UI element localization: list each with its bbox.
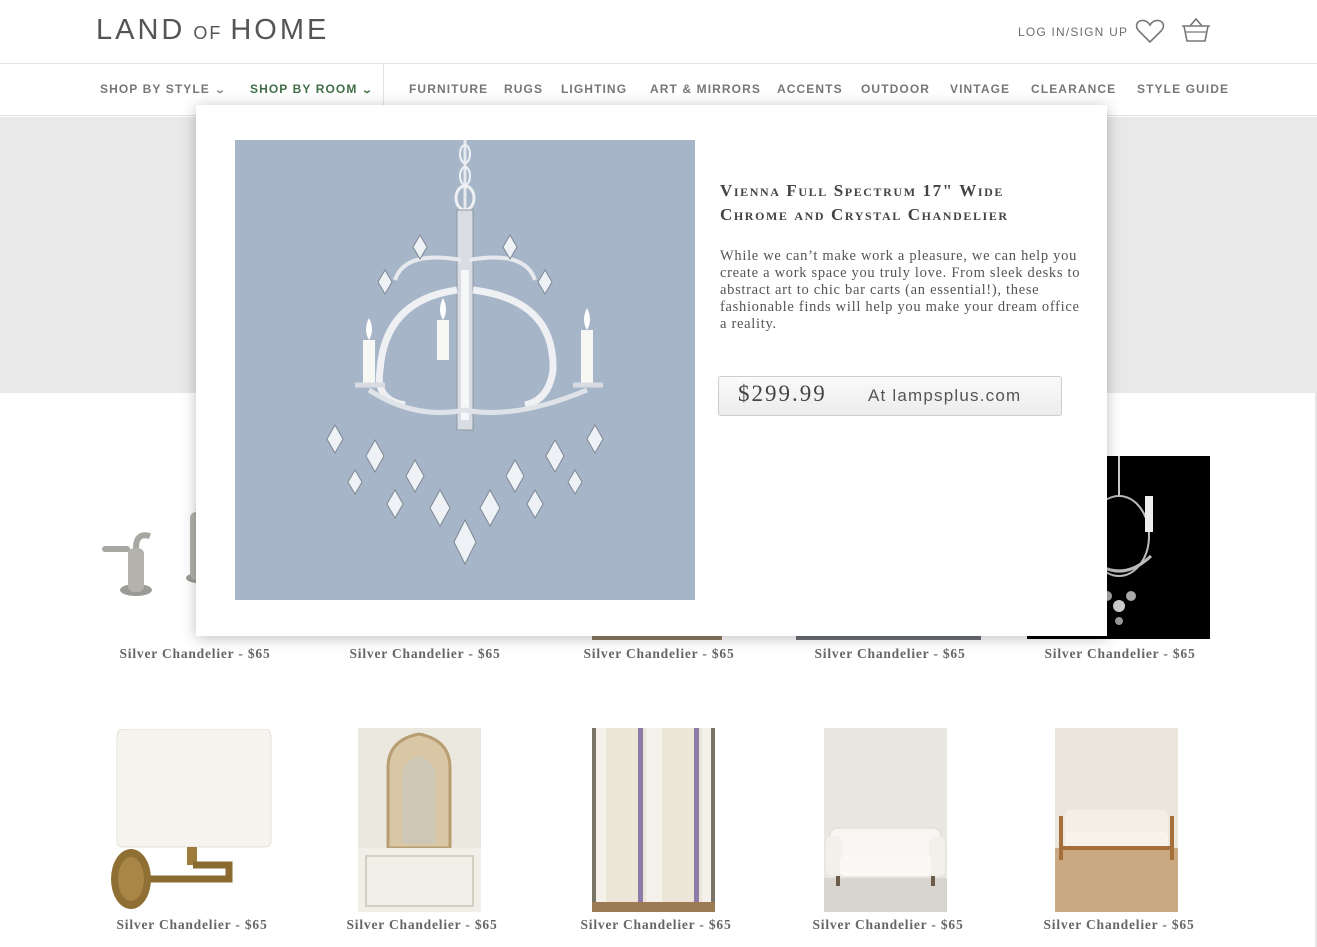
product-label: Silver Chandelier - $65 — [119, 646, 271, 661]
product-quickview-modal: Vienna Full Spectrum 17" Wide Chrome and… — [196, 105, 1107, 636]
chevron-down-icon: ⌄ — [361, 85, 375, 96]
buy-at-retailer-button[interactable]: $299.99 At lampsplus.com — [718, 376, 1062, 416]
product-label: Silver Chandelier - $65 — [116, 917, 268, 932]
product-label: Silver Chandelier - $65 — [346, 917, 498, 932]
product-label: Silver Chandelier - $65 — [814, 646, 966, 661]
nav-item-outdoor[interactable]: OUTDOOR — [861, 82, 930, 96]
logo-word-land: LAND — [96, 14, 186, 46]
product-label: Silver Chandelier - $65 — [583, 646, 735, 661]
product-card[interactable]: Silver Chandelier - $65 — [307, 725, 537, 940]
site-logo[interactable]: LAND OF HOME — [96, 14, 329, 47]
nav-item-clearance[interactable]: CLEARANCE — [1031, 82, 1116, 96]
nav-item-furniture[interactable]: FURNITURE — [409, 82, 488, 96]
product-label: Silver Chandelier - $65 — [580, 917, 732, 932]
nav-item-rugs[interactable]: RUGS — [504, 82, 543, 96]
nav-label: SHOP BY STYLE — [100, 82, 210, 96]
product-label: Silver Chandelier - $65 — [1044, 646, 1196, 661]
chandelier-illustration — [235, 140, 695, 600]
carved-mirror-image — [358, 728, 481, 912]
product-description: While we can’t make work a pleasure, we … — [720, 248, 1081, 332]
nav-item-shop-by-room[interactable]: SHOP BY ROOM ⌄ — [250, 82, 373, 96]
product-image-chandelier — [235, 140, 695, 600]
product-label: Silver Chandelier - $65 — [812, 917, 964, 932]
login-signup-link[interactable]: LOG IN/SIGN UP — [1018, 25, 1128, 39]
product-label: Silver Chandelier - $65 — [1043, 917, 1195, 932]
product-price: $299.99 — [738, 381, 827, 406]
product-card[interactable]: Silver Chandelier - $65 — [77, 725, 307, 940]
nav-item-shop-by-style[interactable]: SHOP BY STYLE ⌄ — [100, 82, 228, 96]
product-card[interactable]: Silver Chandelier - $65 — [773, 725, 1003, 940]
tufted-sofa-image — [824, 728, 947, 912]
chevron-down-icon: ⌄ — [213, 85, 228, 96]
retailer-link-text: At lampsplus.com — [868, 386, 1022, 405]
nav-item-art-mirrors[interactable]: ART & MIRRORS — [650, 82, 761, 96]
nav-item-style-guide[interactable]: STYLE GUIDE — [1137, 82, 1229, 96]
logo-word-of: OF — [193, 23, 223, 43]
product-label: Silver Chandelier - $65 — [349, 646, 501, 661]
nav-item-lighting[interactable]: LIGHTING — [561, 82, 627, 96]
wall-lamp-image — [111, 729, 272, 909]
nav-label: SHOP BY ROOM — [250, 82, 358, 96]
wood-sofa-image — [1055, 728, 1178, 912]
curtain-image — [592, 728, 715, 912]
site-header: LAND OF HOME LOG IN/SIGN UP — [0, 0, 1317, 64]
heart-icon[interactable] — [1135, 18, 1165, 44]
basket-icon[interactable] — [1180, 16, 1212, 44]
product-card[interactable]: Silver Chandelier - $65 — [541, 725, 771, 940]
nav-item-accents[interactable]: ACCENTS — [777, 82, 843, 96]
nav-item-vintage[interactable]: VINTAGE — [950, 82, 1010, 96]
logo-word-home: HOME — [230, 14, 330, 46]
product-title: Vienna Full Spectrum 17" Wide Chrome and… — [720, 181, 1009, 224]
product-card[interactable]: Silver Chandelier - $65 — [1004, 725, 1234, 940]
